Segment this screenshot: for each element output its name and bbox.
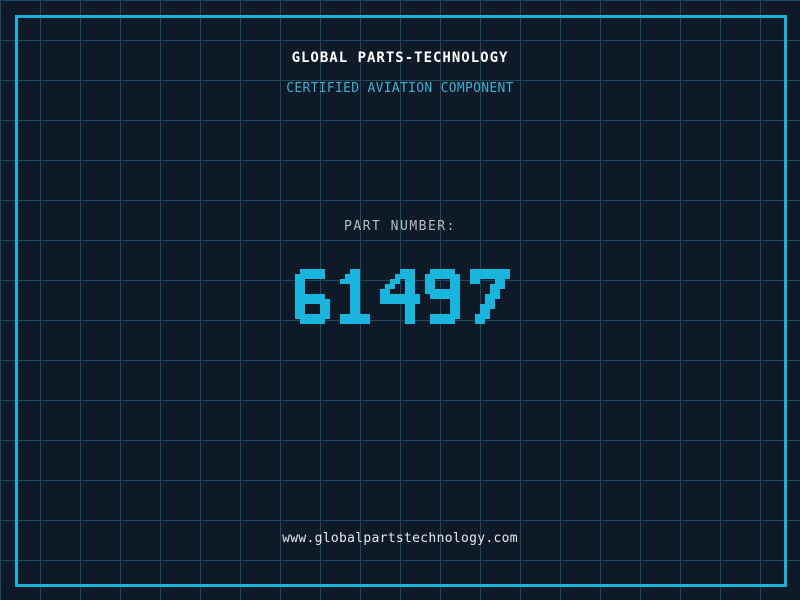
part-number-label: PART NUMBER: xyxy=(344,219,456,234)
certification-tagline: CERTIFIED AVIATION COMPONENT xyxy=(286,81,514,96)
part-number-digit xyxy=(295,269,330,324)
part-number-digit xyxy=(470,269,510,324)
part-number-display xyxy=(0,269,800,324)
blueprint-card: GLOBAL PARTS-TECHNOLOGY CERTIFIED AVIATI… xyxy=(0,0,800,600)
website-url: www.globalpartstechnology.com xyxy=(282,531,518,546)
part-number-digit xyxy=(340,269,370,324)
part-number-digit xyxy=(380,269,420,324)
company-name: GLOBAL PARTS-TECHNOLOGY xyxy=(291,50,509,66)
part-number-digit xyxy=(425,269,460,324)
